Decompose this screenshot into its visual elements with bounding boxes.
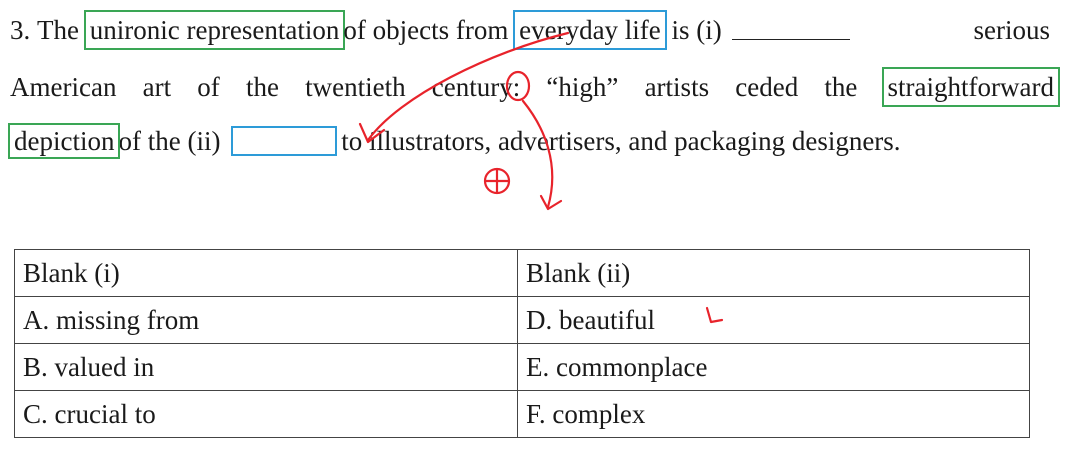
table-row: C. crucial to F. complex: [14, 390, 1030, 438]
highlight-depiction: depiction: [7, 123, 121, 159]
word: American: [10, 72, 117, 102]
choice-e[interactable]: E. commonplace: [517, 343, 1030, 391]
text-is-i: is (i): [671, 15, 722, 45]
text-the: The: [37, 15, 79, 45]
table-row: B. valued in E. commonplace: [14, 343, 1030, 391]
choice-d[interactable]: D. beautiful: [517, 296, 1030, 344]
word: of: [197, 72, 220, 102]
table-header-row: Blank (i) Blank (ii): [14, 249, 1030, 297]
word: artists: [644, 72, 710, 102]
plus-circle-icon: [483, 167, 511, 195]
choice-b[interactable]: B. valued in: [14, 343, 518, 391]
text-of-objects-from: of objects from: [343, 15, 509, 45]
answer-choices-table: Blank (i) Blank (ii) A. missing from D. …: [14, 249, 1030, 438]
blank-ii-box[interactable]: [231, 126, 338, 156]
question-line-2: American art of the twentieth century: “…: [10, 67, 1061, 107]
blank-i-underline[interactable]: [731, 13, 850, 40]
word-century: century:: [431, 72, 521, 102]
word: the: [824, 72, 858, 102]
word: art: [142, 72, 172, 102]
table-row: A. missing from D. beautiful: [14, 296, 1030, 344]
text-to-illustrators: to illustrators, advertisers, and packag…: [341, 126, 901, 156]
question-number: 3.: [10, 15, 31, 45]
choice-f[interactable]: F. complex: [517, 390, 1030, 438]
header-blank-ii: Blank (ii): [517, 249, 1030, 297]
choice-c[interactable]: C. crucial to: [14, 390, 518, 438]
question-line-1: 3. The unironic representation of objects…: [10, 10, 1051, 50]
choice-a[interactable]: A. missing from: [14, 296, 518, 344]
word: the: [245, 72, 279, 102]
word: ceded: [735, 72, 799, 102]
word: twentieth: [305, 72, 406, 102]
question-line-3: depiction of the (ii) to illustrators, ad…: [7, 123, 901, 159]
word: “high”: [546, 72, 619, 102]
highlight-straightforward: straightforward: [881, 67, 1061, 107]
text-of-the-ii: of the (ii): [118, 126, 221, 156]
header-blank-i: Blank (i): [14, 249, 518, 297]
text-serious: serious: [973, 15, 1051, 45]
arrow-head-down-icon: [539, 194, 563, 211]
highlight-unironic-representation: unironic representation: [83, 10, 346, 50]
highlight-everyday-life: everyday life: [513, 10, 667, 50]
